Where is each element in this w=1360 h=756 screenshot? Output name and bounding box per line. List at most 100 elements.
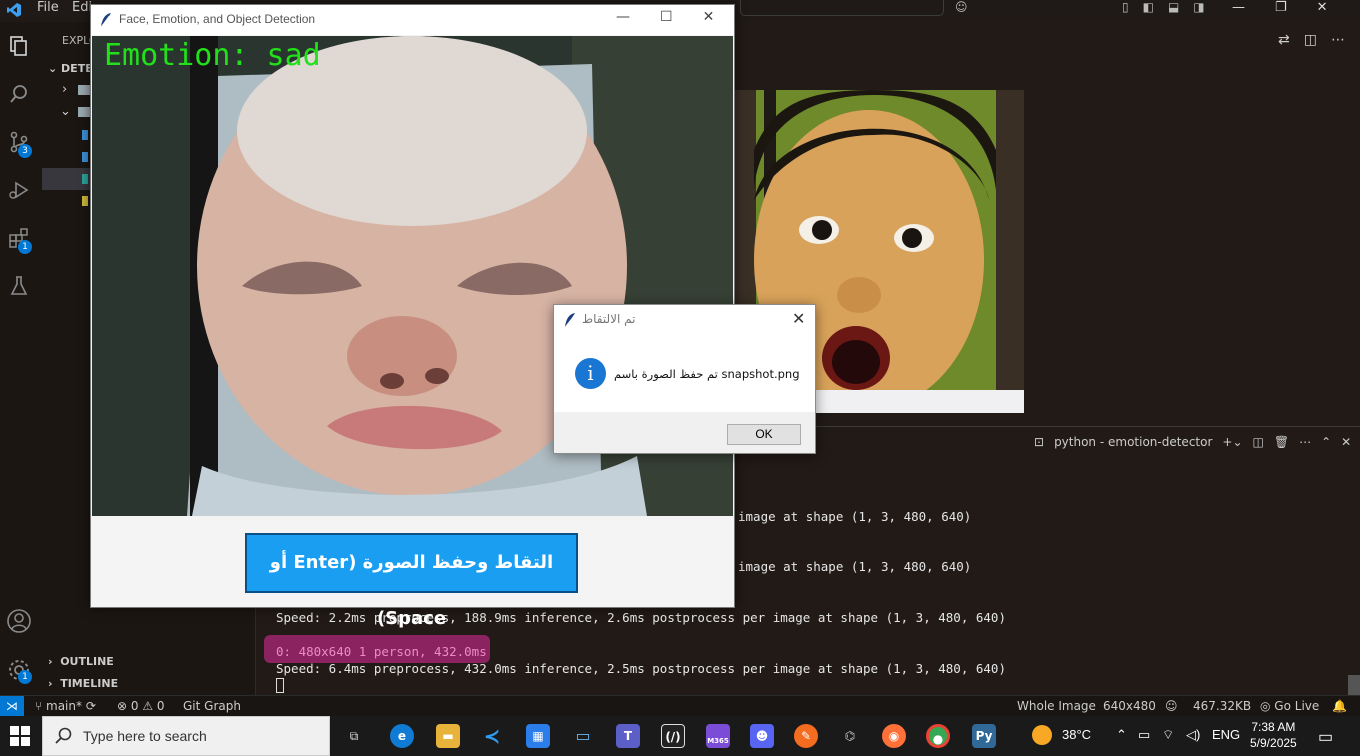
- toggle-panel-icon[interactable]: ⬓: [1168, 0, 1179, 16]
- info-icon: i: [575, 358, 606, 389]
- microsoft-store-icon[interactable]: ▦: [526, 724, 550, 748]
- image-dimensions: 640x480: [1103, 699, 1156, 713]
- terminal-header: ⊡ python - emotion-detector +⌄ ◫ 🗑 ⋯ ⌃ ✕: [1034, 435, 1351, 449]
- error-icon: ⊗: [117, 699, 131, 713]
- close-icon[interactable]: ✕: [792, 309, 805, 328]
- terminal-icon: ⊡: [1034, 435, 1045, 449]
- zoom-indicator[interactable]: Whole Image: [1017, 699, 1096, 713]
- vscode-window-controls: — ❐ ✕: [1232, 0, 1328, 15]
- run-debug-icon[interactable]: [6, 178, 32, 204]
- editor-actions: ⇄ ◫ ⋯: [1278, 32, 1345, 48]
- capture-save-button[interactable]: التقاط وحفظ الصورة (Enter أو Space): [245, 533, 578, 629]
- taskbar-search-box[interactable]: Type here to search: [42, 716, 330, 756]
- chrome-icon[interactable]: ●: [926, 724, 950, 748]
- window-title-bar[interactable]: Face, Emotion, and Object Detection — ☐ …: [91, 5, 734, 35]
- firefox-icon[interactable]: ◉: [882, 724, 906, 748]
- outline-section[interactable]: › OUTLINE: [48, 655, 114, 668]
- postman-icon[interactable]: ✎: [794, 724, 818, 748]
- weather-temperature[interactable]: 38°C: [1062, 727, 1091, 742]
- testing-flask-icon[interactable]: [6, 274, 32, 300]
- remote-indicator-icon[interactable]: ⋊: [0, 696, 24, 716]
- terminal-tab-label[interactable]: python - emotion-detector: [1054, 435, 1212, 449]
- workspace-root[interactable]: ⌄ DETE: [48, 62, 93, 75]
- toggle-sidebar-icon[interactable]: ◧: [1143, 0, 1154, 16]
- kill-terminal-trash-icon[interactable]: 🗑: [1274, 435, 1289, 449]
- source-control-badge: 3: [18, 144, 32, 158]
- windows-taskbar: Type here to search ⧉ e ▬ ≺ ▦ ▭ T (/) M3…: [0, 716, 1360, 756]
- split-editor-icon[interactable]: ◫: [1304, 32, 1317, 48]
- minimize-icon[interactable]: —: [1232, 0, 1245, 15]
- workspace-root-label: DETE: [61, 62, 93, 75]
- title-bar-actions: ☺: [955, 0, 968, 16]
- close-icon[interactable]: ✕: [703, 9, 715, 25]
- windows-start-icon[interactable]: [10, 726, 30, 746]
- maximize-icon[interactable]: ☐: [660, 9, 673, 25]
- task-view-icon[interactable]: ⧉: [342, 724, 366, 748]
- minimize-icon[interactable]: —: [616, 9, 630, 25]
- copilot-icon[interactable]: ☺: [955, 0, 968, 16]
- taskbar-clock[interactable]: 7:38 AM 5/9/2025: [1250, 719, 1297, 751]
- terminal-scrollbar[interactable]: [1348, 675, 1360, 695]
- edge-browser-icon[interactable]: e: [390, 724, 414, 748]
- m365-label: M365: [707, 737, 729, 745]
- vscode-logo-icon: [6, 2, 22, 18]
- close-icon[interactable]: ✕: [1317, 0, 1328, 15]
- customize-layout-icon[interactable]: ▯: [1122, 0, 1129, 16]
- clock-date: 5/9/2025: [1250, 736, 1297, 750]
- notifications-bell-icon[interactable]: 🔔: [1332, 699, 1347, 713]
- close-panel-icon[interactable]: ✕: [1341, 435, 1351, 449]
- vscode-taskbar-icon[interactable]: ≺: [480, 724, 504, 748]
- remote-desktop-icon[interactable]: ▭: [571, 724, 595, 748]
- ok-button[interactable]: OK: [727, 424, 801, 445]
- capture-dialog: تم الالتقاط ✕ i تم حفظ الصورة باسم snaps…: [553, 304, 816, 454]
- terminal-line: image at shape (1, 3, 480, 640): [738, 559, 972, 574]
- python-window-icon[interactable]: Py: [972, 724, 996, 748]
- git-graph-button[interactable]: Git Graph: [183, 699, 241, 713]
- menu-file[interactable]: File: [37, 0, 59, 15]
- battery-icon[interactable]: ▭: [1138, 727, 1150, 743]
- toggle-secondary-sidebar-icon[interactable]: ◨: [1193, 0, 1204, 16]
- go-live-button[interactable]: ◎ Go Live: [1260, 699, 1319, 713]
- feather-app-icon: [99, 12, 113, 28]
- branch-name: main*: [46, 699, 82, 713]
- app-icon[interactable]: ⌬: [838, 724, 862, 748]
- volume-icon[interactable]: ◁): [1186, 727, 1200, 743]
- developer-app-icon[interactable]: (/): [661, 724, 685, 748]
- accounts-badge: 1: [18, 670, 32, 684]
- feather-app-icon: [564, 312, 576, 328]
- explorer-icon[interactable]: [6, 34, 32, 60]
- new-terminal-icon[interactable]: +⌄: [1222, 435, 1242, 449]
- input-language[interactable]: ENG: [1212, 727, 1240, 742]
- accounts-icon[interactable]: [6, 608, 32, 634]
- maximize-panel-chevron-up-icon[interactable]: ⌃: [1321, 435, 1331, 449]
- timeline-section[interactable]: › TIMELINE: [48, 677, 118, 690]
- problems-indicator[interactable]: ⊗ 0 ⚠ 0: [117, 699, 165, 713]
- sync-icon: ⟳: [85, 699, 96, 713]
- network-icon[interactable]: ⌔: [1162, 727, 1174, 743]
- compare-icon[interactable]: ⇄: [1278, 32, 1290, 48]
- more-actions-icon[interactable]: ⋯: [1331, 32, 1345, 48]
- m365-copilot-icon[interactable]: M365: [706, 724, 730, 748]
- split-terminal-icon[interactable]: ◫: [1253, 435, 1264, 449]
- python-file-icon: [82, 130, 88, 140]
- search-icon[interactable]: [6, 82, 32, 108]
- show-hidden-icons-chevron-up-icon[interactable]: ⌃: [1116, 727, 1127, 743]
- weather-sun-icon[interactable]: [1032, 725, 1052, 745]
- dialog-title: تم الالتقاط: [582, 312, 636, 326]
- more-actions-icon[interactable]: ⋯: [1299, 435, 1311, 449]
- terminal-cursor: [276, 678, 284, 693]
- warning-count: 0: [156, 699, 165, 713]
- text-file-icon: [82, 196, 88, 206]
- copilot-status-icon[interactable]: ☺: [1165, 699, 1178, 713]
- clock-time: 7:38 AM: [1251, 720, 1296, 734]
- search-icon: [55, 727, 73, 745]
- command-center[interactable]: [740, 0, 944, 16]
- folder-icon: [78, 85, 90, 95]
- restore-icon[interactable]: ❐: [1275, 0, 1287, 15]
- window-controls: — ☐ ✕: [616, 9, 714, 25]
- discord-icon[interactable]: ☻: [750, 724, 774, 748]
- branch-indicator[interactable]: ⑂ main* ⟳: [35, 699, 96, 713]
- file-explorer-icon[interactable]: ▬: [436, 724, 460, 748]
- notification-center-icon[interactable]: ▭: [1318, 727, 1333, 747]
- teams-icon[interactable]: T: [616, 724, 640, 748]
